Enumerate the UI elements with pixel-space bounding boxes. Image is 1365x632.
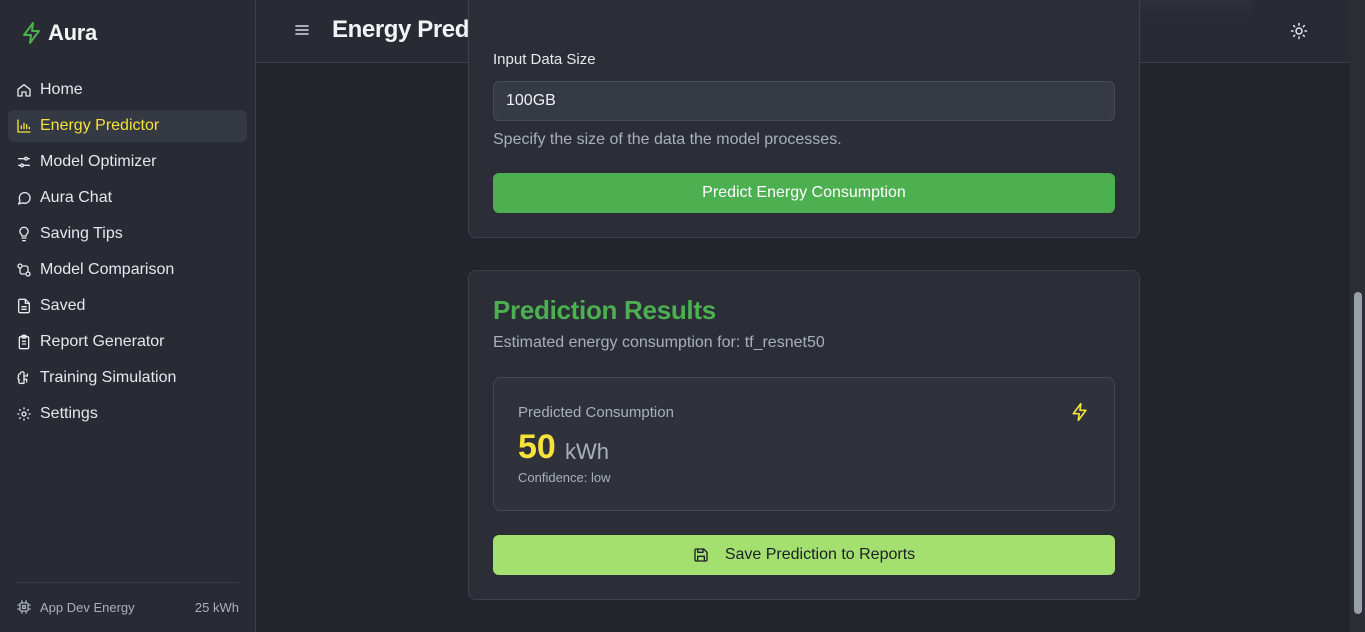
sidebar-item-label: Energy Predictor bbox=[40, 117, 160, 134]
data-size-input[interactable] bbox=[493, 81, 1115, 121]
brand-logo[interactable]: Aura bbox=[20, 18, 97, 48]
sidebar-item-label: Report Generator bbox=[40, 333, 165, 350]
lightbulb-icon bbox=[16, 226, 32, 242]
sidebar-item-energy-predictor[interactable]: Energy Predictor bbox=[8, 110, 247, 142]
energy-usage-label: App Dev Energy bbox=[40, 599, 135, 615]
cpu-icon bbox=[17, 600, 31, 614]
lightning-logo-icon bbox=[23, 22, 40, 44]
prediction-results-card: Prediction Results Estimated energy cons… bbox=[468, 270, 1140, 600]
save-button-label: Save Prediction to Reports bbox=[724, 546, 916, 563]
sidebar-item-report-generator[interactable]: Report Generator bbox=[8, 326, 247, 358]
sidebar-item-label: Training Simulation bbox=[40, 369, 177, 386]
sidebar-item-label: Model Comparison bbox=[40, 261, 175, 278]
save-prediction-button[interactable]: Save Prediction to Reports bbox=[493, 535, 1115, 575]
sun-icon[interactable] bbox=[1290, 22, 1308, 40]
sidebar-item-label: Saving Tips bbox=[40, 225, 123, 242]
energy-usage-footer: App Dev Energy 25 kWh bbox=[16, 582, 239, 615]
sidebar-item-label: Settings bbox=[40, 405, 98, 422]
results-title: Prediction Results bbox=[493, 295, 716, 325]
sidebar-item-label: Model Optimizer bbox=[40, 153, 157, 170]
energy-usage-value: 25 kWh bbox=[194, 599, 239, 615]
page-scrollbar[interactable] bbox=[1350, 0, 1365, 632]
data-size-helper: Specify the size of the data the model p… bbox=[493, 131, 842, 148]
consumption-label: Predicted Consumption bbox=[518, 404, 674, 421]
scrollbar-thumb[interactable] bbox=[1354, 292, 1362, 614]
data-size-label: Input Data Size bbox=[493, 51, 596, 68]
sidebar-item-home[interactable]: Home bbox=[8, 74, 247, 106]
compare-icon bbox=[16, 262, 32, 278]
confidence-text: Confidence: low bbox=[518, 470, 611, 485]
sidebar-item-label: Saved bbox=[40, 297, 86, 314]
sidebar-item-label: Aura Chat bbox=[40, 189, 113, 206]
predict-button[interactable]: Predict Energy Consumption bbox=[493, 173, 1115, 213]
sidebar-item-model-optimizer[interactable]: Model Optimizer bbox=[8, 146, 247, 178]
sidebar-item-label: Home bbox=[40, 81, 83, 98]
app-root: Aura Home Energy Predictor Model Optimiz… bbox=[0, 0, 1365, 632]
results-subtitle: Estimated energy consumption for: tf_res… bbox=[493, 334, 825, 352]
sidebar-nav: Home Energy Predictor Model Optimizer Au… bbox=[8, 74, 247, 434]
gear-icon bbox=[16, 406, 32, 422]
consumption-value: 50 bbox=[518, 428, 556, 466]
save-icon bbox=[694, 548, 708, 562]
prediction-form-card: Input Data Size Specify the size of the … bbox=[468, 0, 1140, 238]
sidebar-item-training-simulation[interactable]: Training Simulation bbox=[8, 362, 247, 394]
home-icon bbox=[16, 82, 32, 98]
lightning-icon bbox=[1072, 402, 1087, 422]
results-subtitle-prefix: Estimated energy consumption for: bbox=[493, 334, 741, 351]
consumption-unit: kWh bbox=[565, 439, 609, 464]
sidebar-item-aura-chat[interactable]: Aura Chat bbox=[8, 182, 247, 214]
bar-chart-icon bbox=[16, 118, 32, 134]
consumption-box: Predicted Consumption 50 kWh Confidence:… bbox=[493, 377, 1115, 511]
document-icon bbox=[16, 298, 32, 314]
brand-name: Aura bbox=[48, 20, 97, 45]
sidebar: Aura Home Energy Predictor Model Optimiz… bbox=[0, 0, 256, 632]
sidebar-item-saved[interactable]: Saved bbox=[8, 290, 247, 322]
chat-bubble-icon bbox=[16, 190, 32, 206]
sidebar-item-model-comparison[interactable]: Model Comparison bbox=[8, 254, 247, 286]
menu-icon[interactable] bbox=[294, 22, 310, 38]
clipboard-icon bbox=[16, 334, 32, 350]
results-model-name: tf_resnet50 bbox=[744, 334, 825, 351]
sidebar-item-saving-tips[interactable]: Saving Tips bbox=[8, 218, 247, 250]
sliders-icon bbox=[16, 154, 32, 170]
brain-icon bbox=[16, 370, 32, 386]
sidebar-item-settings[interactable]: Settings bbox=[8, 398, 247, 430]
